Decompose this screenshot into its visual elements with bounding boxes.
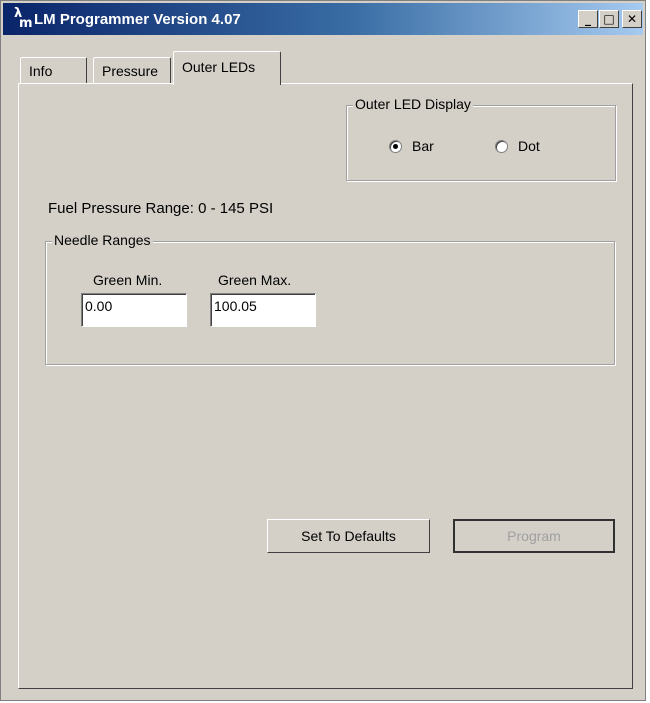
needle-ranges-group: Needle Ranges Green Min. Green Max. 0.00… [45, 232, 615, 365]
outer-led-display-group: Outer LED Display Bar Dot [346, 96, 616, 181]
program-button[interactable]: Program [453, 519, 615, 553]
bar-radio-circle[interactable] [389, 139, 402, 153]
close-button[interactable]: ✕ [622, 10, 642, 28]
needle-ranges-label: Needle Ranges [52, 232, 153, 248]
outer-led-display-label: Outer LED Display [353, 96, 473, 112]
green-max-label: Green Max. [218, 272, 292, 288]
green-min-label: Green Min. [93, 272, 163, 288]
tab-outer-leds[interactable]: Outer LEDs [173, 51, 281, 85]
app-window: λ m LM Programmer Version 4.07 _ □ ✕ Inf… [0, 0, 646, 701]
green-min-input[interactable]: 0.00 [81, 293, 187, 327]
dot-radio-circle[interactable] [495, 139, 508, 153]
title-bar[interactable]: λ m LM Programmer Version 4.07 _ □ ✕ [3, 3, 643, 35]
dot-radio-label[interactable]: Dot [518, 138, 540, 154]
window-title: LM Programmer Version 4.07 [34, 11, 241, 28]
maximize-button[interactable]: □ [599, 10, 619, 28]
bar-radio[interactable]: Bar [389, 138, 434, 154]
minimize-button[interactable]: _ [578, 10, 598, 28]
dot-radio[interactable]: Dot [495, 138, 540, 154]
green-max-input[interactable]: 100.05 [210, 293, 316, 327]
set-to-defaults-button[interactable]: Set To Defaults [267, 519, 430, 553]
tab-info[interactable]: Info [20, 57, 87, 84]
tab-pressure[interactable]: Pressure [93, 57, 171, 84]
app-icon-m: m [19, 16, 33, 31]
lm-app-icon: λ m [12, 7, 33, 31]
bar-radio-label[interactable]: Bar [412, 138, 434, 154]
fuel-pressure-range-label: Fuel Pressure Range: 0 - 145 PSI [48, 200, 274, 217]
